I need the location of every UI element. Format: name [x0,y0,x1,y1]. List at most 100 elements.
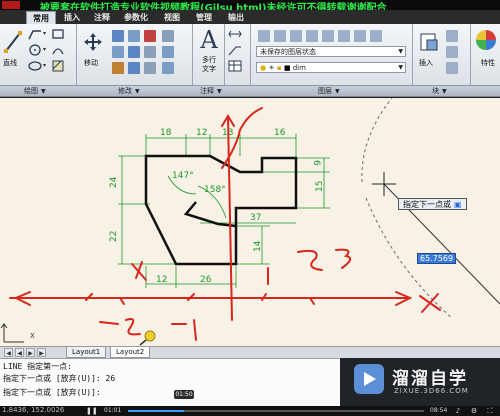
layer-state-icon[interactable] [274,30,286,42]
chevron-down-icon: ▼ [41,88,46,95]
tab-home[interactable]: 常用 [26,11,56,24]
dim-text-right-3: 14 [253,240,263,252]
group-label-layers[interactable]: 图层 ▼ [318,86,340,97]
settings-icon[interactable]: ⚙ [470,406,478,416]
rotate-icon[interactable] [112,30,124,42]
align-icon[interactable] [162,62,174,74]
part-slot-outline [183,201,237,228]
command-line[interactable]: LINE 指定第一点: 指定下一点或 [放弃(U)]: 26 指定下一点或 [放… [0,358,340,406]
array-icon[interactable] [162,30,174,42]
volume-icon[interactable]: ♪ [454,406,462,416]
tab-insert[interactable]: 插入 [58,11,86,24]
watermark-panel: 溜溜自学 ZIXUE.3D66.COM [340,358,500,406]
tab-output[interactable]: 输出 [222,11,250,24]
group-label-annotation[interactable]: 注释 ▼ [200,86,222,97]
chevron-down-icon: ▼ [335,88,340,95]
seek-bar[interactable] [128,410,424,412]
layer-properties-icon[interactable] [258,30,270,42]
copy-icon[interactable] [112,46,124,58]
tab-layout1[interactable]: Layout1 [66,347,107,358]
dynamic-input-value[interactable]: 65.7569 [417,253,457,264]
dimension-icon[interactable] [228,28,242,40]
unlock-icon: ▪ [276,64,282,72]
tab-manage[interactable]: 管理 [190,11,218,24]
group-label-block[interactable]: 块 ▼ [432,86,447,97]
next-tab-button[interactable]: ▶ [26,348,35,357]
mirror-icon[interactable] [128,46,140,58]
offset-icon[interactable] [144,62,156,74]
line-tool-icon[interactable] [2,28,24,56]
dim-text-right-2: 15 [315,181,325,192]
polyline-icon[interactable] [28,28,42,40]
layer-off-icon[interactable] [306,30,318,42]
color-wheel-icon[interactable] [474,28,498,52]
tab-view[interactable]: 视图 [158,11,186,24]
ribbon-tab-bar: 常用 插入 注释 参数化 视图 管理 输出 [0,10,500,24]
watermark-logo-icon [354,364,384,394]
player-controls: 1.8436, 152.0026 ❚❚ 01:01 08:54 ♪ ⚙ ⛶ [0,406,500,416]
group-label-modify[interactable]: 修改 ▼ [118,86,140,97]
edit-block-icon[interactable] [446,46,458,58]
leader-icon[interactable] [228,44,242,56]
fullscreen-icon[interactable]: ⛶ [486,406,494,416]
chevron-down-icon: ▼ [217,88,222,95]
current-layer-select[interactable]: ● ☀ ▪ ■ dim ▼ [256,62,406,73]
watermark-url: ZIXUE.3D66.COM [394,387,469,395]
circle-icon[interactable] [28,44,42,56]
properties-label: 特性 [481,59,495,67]
current-layer-value: dim [292,64,306,72]
block-attribute-icon[interactable] [446,62,458,74]
insert-block-icon[interactable] [418,28,440,56]
play-pause-button[interactable]: ❚❚ [86,406,98,416]
trim-icon[interactable] [128,30,140,42]
arc-icon[interactable] [52,44,64,56]
total-time: 08:54 [430,407,448,414]
tab-annotate[interactable]: 注释 [88,11,116,24]
drawing-canvas[interactable]: 18 12 13 16 24 22 6 15 14 37 12 26 147° … [0,98,500,346]
table-icon[interactable] [228,60,242,72]
chevron-down-icon[interactable]: ▾ [43,46,46,53]
layer-isolate-icon[interactable] [290,30,302,42]
watermark-name: 溜溜自学 [392,369,468,389]
mtext-label-2: 文字 [202,65,216,73]
layer-state-select[interactable]: 未保存的图层状态 ▼ [256,46,406,57]
first-tab-button[interactable]: ◀ [4,348,13,357]
color-swatch-icon: ■ [283,64,291,72]
prev-tab-button[interactable]: ◀ [15,348,24,357]
layer-lock-icon[interactable] [338,30,350,42]
window-title: 被要套在软件打造专业软件视频教程(Gilsu html)未经许可不得转载谢谢配合 [40,3,387,10]
group-label-draw[interactable]: 绘图 ▼ [24,86,46,97]
move-icon[interactable] [82,28,104,56]
ribbon-group-labels: 绘图 ▼ 修改 ▼ 注释 ▼ 图层 ▼ 块 ▼ [0,86,500,97]
layer-merge-icon[interactable] [370,30,382,42]
command-history-line: 指定下一点或 [放弃(U)]: 26 [3,374,116,383]
scale-icon[interactable] [128,62,140,74]
layer-freeze-icon[interactable] [322,30,334,42]
command-input-line[interactable]: 指定下一点或 [放弃(U)]: [3,387,101,398]
chevron-down-icon: ▼ [398,64,403,71]
chevron-down-icon[interactable]: ▾ [43,62,46,69]
chevron-down-icon[interactable]: ▾ [43,30,46,37]
fillet-icon[interactable] [144,46,156,58]
tab-layout2[interactable]: Layout2 [110,347,151,358]
title-bar: 被要套在软件打造专业软件视频教程(Gilsu html)未经许可不得转载谢谢配合 [0,0,500,10]
pen-cursor-icon [139,330,156,346]
hatch-icon[interactable] [52,60,64,72]
line-tool-label: 直线 [3,59,17,67]
seek-bar-progress [128,410,185,412]
rectangle-icon[interactable] [52,28,64,40]
app-logo-icon[interactable] [2,1,20,9]
ucs-icon [0,323,24,343]
create-block-icon[interactable] [446,30,458,42]
explode-icon[interactable] [162,46,174,58]
layer-walk-icon[interactable] [354,30,366,42]
ellipse-icon[interactable] [28,60,42,72]
erase-icon[interactable] [144,30,156,42]
dim-text-bottom-2: 26 [200,275,212,285]
last-tab-button[interactable]: ▶ [37,348,46,357]
stretch-icon[interactable] [112,62,124,74]
chevron-down-icon: ▼ [442,88,447,95]
text-tool-icon[interactable]: A [198,26,220,54]
dim-text-top-4: 16 [274,128,286,138]
tab-parametric[interactable]: 参数化 [118,11,154,24]
